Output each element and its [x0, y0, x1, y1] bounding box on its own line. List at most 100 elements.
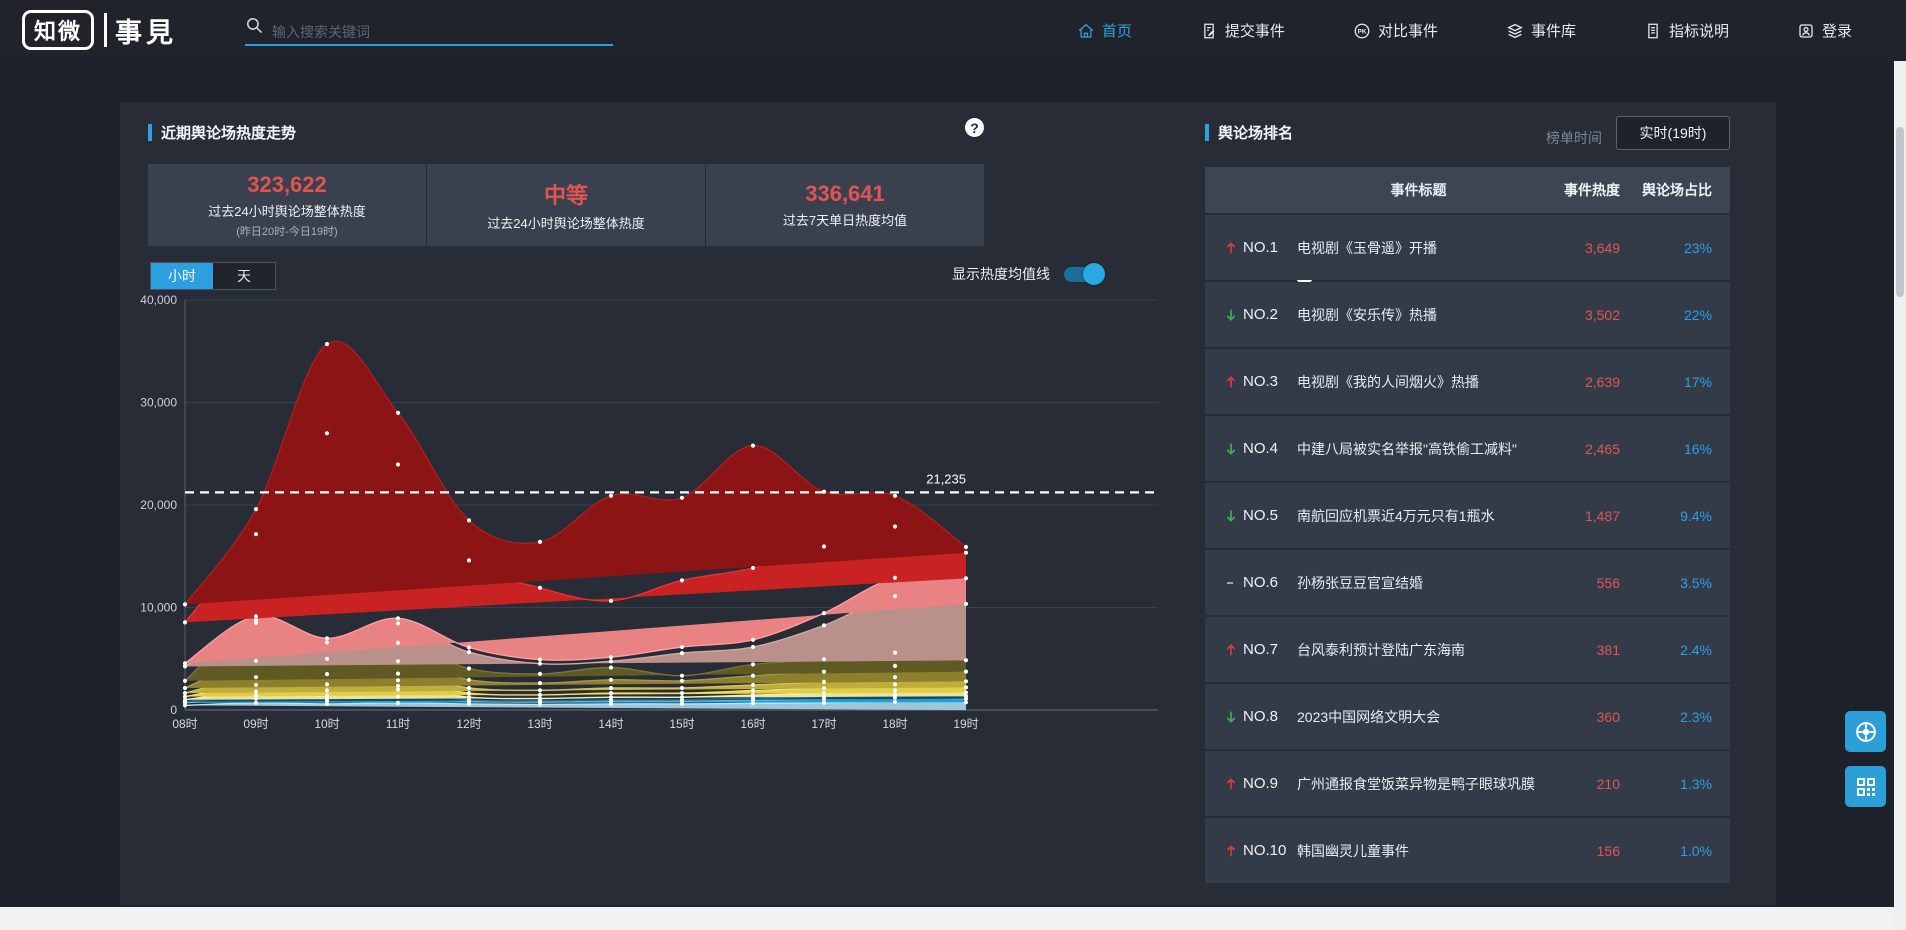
ranking-row-no1[interactable]: NO.1 电视剧《玉骨遥》开播 3,649 23%: [1205, 215, 1730, 280]
svg-text:0: 0: [170, 703, 177, 717]
stat-cell-1: 323,622 过去24小时舆论场整体热度(昨日20时-今日19时): [148, 164, 426, 246]
nav-item-event-library[interactable]: 事件库: [1506, 20, 1576, 41]
ranking-table-header: 事件标题 事件热度 舆论场占比: [1205, 167, 1730, 213]
nav-item-metric-docs[interactable]: 指标说明: [1644, 20, 1729, 41]
nav-item-label: 登录: [1822, 20, 1852, 41]
stat-cell-3: 336,641 过去7天单日热度均值: [705, 164, 984, 246]
arrow-up-icon: [1223, 240, 1239, 256]
trend-indicator: [1223, 642, 1243, 658]
ranking-row-no6[interactable]: NO.6 孙杨张豆豆官宣结婚 556 3.5%: [1205, 550, 1730, 615]
ranking-row-no4[interactable]: NO.4 中建八局被实名举报"高铁偷工减料" 2,465 16%: [1205, 416, 1730, 481]
layers-icon: [1506, 22, 1524, 40]
stat-value: 336,641: [805, 181, 885, 207]
nav-item-label: 事件库: [1531, 20, 1576, 41]
title-accent-bar: [148, 124, 152, 141]
logo-separator: [104, 13, 107, 47]
stats-row: 323,622 过去24小时舆论场整体热度(昨日20时-今日19时)中等 过去2…: [148, 164, 984, 246]
search-box[interactable]: [245, 16, 613, 46]
trend-help-icon[interactable]: ?: [965, 118, 984, 137]
stat-value: 中等: [544, 178, 588, 210]
trend-chart: 010,00020,00030,00040,000 21,235 08时09时1…: [138, 240, 1178, 750]
nav-item-login[interactable]: 登录: [1797, 20, 1852, 41]
event-heat: 2,465: [1540, 441, 1620, 457]
event-share: 23%: [1620, 240, 1712, 256]
nav-item-compare-event[interactable]: PK 对比事件: [1353, 20, 1438, 41]
home-icon: [1077, 22, 1095, 40]
qrcode-float-button[interactable]: [1845, 766, 1886, 807]
dashboard-panel: 近期舆论场热度走势 ? 323,622 过去24小时舆论场整体热度(昨日20时-…: [120, 102, 1776, 905]
ranking-row-no10[interactable]: NO.10 韩国幽灵儿童事件 156 1.0%: [1205, 818, 1730, 883]
x-axis-labels: 08时09时10时11时12时13时14时15时16时17时18时19时: [172, 717, 978, 731]
svg-text:30,000: 30,000: [140, 396, 177, 410]
stat-cell-2: 中等 过去24小时舆论场整体热度: [426, 164, 705, 246]
event-title: 电视剧《玉骨遥》开播: [1297, 238, 1540, 258]
arrow-down-icon: [1223, 441, 1239, 457]
trend-indicator: [1223, 240, 1243, 256]
svg-text:14时: 14时: [598, 717, 623, 731]
trend-indicator: [1223, 374, 1243, 390]
event-title: 台风泰利预计登陆广东海南: [1297, 640, 1540, 660]
svg-text:20,000: 20,000: [140, 498, 177, 512]
nav-item-home[interactable]: 首页: [1077, 20, 1132, 41]
trend-panel-title-text: 近期舆论场热度走势: [161, 122, 296, 143]
rank-label: NO.10: [1243, 842, 1297, 859]
qrcode-icon: [1854, 775, 1878, 799]
logo-box: 知微: [22, 10, 94, 50]
ranking-panel-title-text: 舆论场排名: [1218, 122, 1293, 143]
event-share: 9.4%: [1620, 508, 1712, 524]
nav-item-label: 对比事件: [1378, 20, 1438, 41]
scrollbar-thumb[interactable]: [1896, 127, 1904, 297]
svg-text:11时: 11时: [386, 717, 410, 731]
dash-icon: [1223, 575, 1239, 591]
rank-label: NO.5: [1243, 507, 1297, 524]
page: 知微 事見 首页 提交事件 PK 对比事件 事件库 指标说明 登录 近期舆论场热度走势 ? …: [0, 0, 1906, 930]
event-heat: 2,639: [1540, 374, 1620, 390]
rank-label: NO.3: [1243, 373, 1297, 390]
nav-item-submit-event[interactable]: 提交事件: [1200, 20, 1285, 41]
event-heat: 556: [1540, 575, 1620, 591]
trend-chart-svg: 010,00020,00030,00040,000 21,235 08时09时1…: [138, 240, 1178, 750]
ranking-row-no8[interactable]: NO.8 2023中国网络文明大会 360 2.3%: [1205, 684, 1730, 749]
event-heat: 3,649: [1540, 240, 1620, 256]
nav-item-label: 提交事件: [1225, 20, 1285, 41]
rank-label: NO.7: [1243, 641, 1297, 658]
stat-label: 过去24小时舆论场整体热度: [208, 201, 365, 220]
pk-icon: PK: [1353, 22, 1371, 40]
top-header-bar: 知微 事見 首页 提交事件 PK 对比事件 事件库 指标说明 登录: [0, 0, 1906, 61]
main-nav: 首页 提交事件 PK 对比事件 事件库 指标说明 登录: [1077, 0, 1852, 61]
event-heat: 381: [1540, 642, 1620, 658]
ranking-time-button[interactable]: 实时(19时): [1616, 116, 1730, 150]
ranking-row-no5[interactable]: NO.5 南航回应机票近4万元只有1瓶水 1,487 9.4%: [1205, 483, 1730, 548]
rank-label: NO.6: [1243, 574, 1297, 591]
event-heat: 156: [1540, 843, 1620, 859]
ranking-table-rows: NO.1 电视剧《玉骨遥》开播 3,649 23% NO.2 电视剧《安乐传》热…: [1205, 215, 1730, 885]
contact-float-button[interactable]: [1845, 711, 1886, 752]
search-input[interactable]: [272, 24, 613, 40]
ranking-panel-title: 舆论场排名: [1205, 122, 1293, 143]
event-heat: 1,487: [1540, 508, 1620, 524]
trend-indicator: [1223, 575, 1243, 591]
event-heat: 3,502: [1540, 307, 1620, 323]
ranking-row-no3[interactable]: NO.3 电视剧《我的人间烟火》热播 2,639 17%: [1205, 349, 1730, 414]
arrow-down-icon: [1223, 709, 1239, 725]
svg-text:09时: 09时: [243, 717, 268, 731]
zhiwei-logo[interactable]: 知微 事見: [22, 10, 177, 50]
svg-text:18时: 18时: [882, 717, 907, 731]
contact-wheel-icon: [1853, 719, 1879, 745]
event-share: 1.3%: [1620, 776, 1712, 792]
event-title: 韩国幽灵儿童事件: [1297, 841, 1540, 861]
event-share: 16%: [1620, 441, 1712, 457]
ranking-row-no7[interactable]: NO.7 台风泰利预计登陆广东海南 381 2.4%: [1205, 617, 1730, 682]
rank-label: NO.9: [1243, 775, 1297, 792]
trend-indicator: [1223, 776, 1243, 792]
svg-text:17时: 17时: [811, 717, 836, 731]
user-icon: [1797, 22, 1815, 40]
scrollbar-track[interactable]: [1894, 61, 1906, 930]
title-accent-bar: [1205, 124, 1209, 141]
trend-panel-title: 近期舆论场热度走势: [148, 122, 296, 143]
svg-text:08时: 08时: [172, 717, 197, 731]
event-share: 3.5%: [1620, 575, 1712, 591]
ranking-row-no9[interactable]: NO.9 广州通报食堂饭菜异物是鸭子眼球巩膜 210 1.3%: [1205, 751, 1730, 816]
ranking-row-no2[interactable]: NO.2 电视剧《安乐传》热播 3,502 22%: [1205, 282, 1730, 347]
trend-indicator: [1223, 508, 1243, 524]
